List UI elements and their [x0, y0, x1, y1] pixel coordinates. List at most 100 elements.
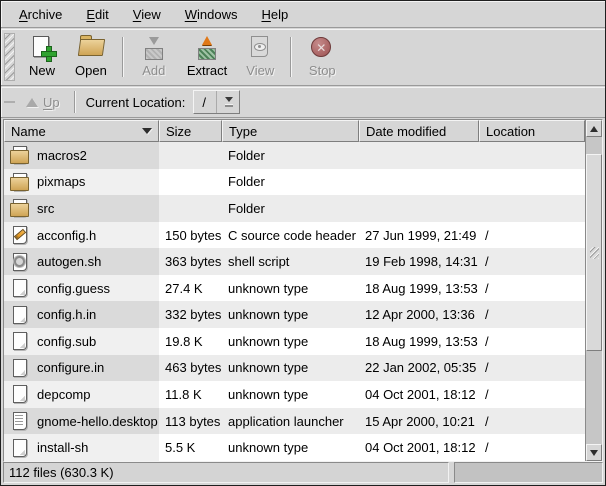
add-button[interactable]: Add	[130, 31, 178, 83]
file-list: Name Size Type Date modified Location ma…	[3, 119, 603, 462]
folder-icon	[10, 198, 30, 218]
table-row[interactable]: pixmaps Folder	[4, 169, 585, 196]
archive-manager-window: Archive Edit View Windows Help New Open …	[0, 0, 606, 486]
file-name: pixmaps	[37, 174, 85, 189]
menu-view[interactable]: View	[121, 4, 173, 25]
file-date-modified: 19 Feb 1998, 14:31	[359, 248, 479, 275]
header-file-icon	[10, 225, 30, 245]
table-row[interactable]: config.sub 19.8 K unknown type 18 Aug 19…	[4, 328, 585, 355]
file-name: acconfig.h	[37, 228, 96, 243]
toolbar-separator	[122, 37, 124, 77]
current-location-combo[interactable]: /	[193, 90, 240, 114]
file-size: 11.8 K	[159, 381, 222, 408]
table-row[interactable]: depcomp 11.8 K unknown type 04 Oct 2001,…	[4, 381, 585, 408]
menu-archive[interactable]: Archive	[7, 4, 74, 25]
file-name: macros2	[37, 148, 87, 163]
progress-bar	[454, 462, 603, 483]
open-button[interactable]: Open	[66, 31, 116, 83]
table-row[interactable]: acconfig.h 150 bytes C source code heade…	[4, 222, 585, 249]
table-row[interactable]: autogen.sh 363 bytes shell script 19 Feb…	[4, 248, 585, 275]
file-date-modified: 18 Aug 1999, 13:53	[359, 328, 479, 355]
column-header-location[interactable]: Location	[479, 120, 585, 142]
column-header-row: Name Size Type Date modified Location	[4, 120, 585, 142]
vertical-scrollbar[interactable]	[585, 120, 602, 461]
up-button[interactable]: Up	[18, 92, 68, 113]
desktop-file-icon	[10, 411, 30, 431]
file-date-modified	[359, 169, 479, 196]
table-row[interactable]: config.guess 27.4 K unknown type 18 Aug …	[4, 275, 585, 302]
file-date-modified	[359, 195, 479, 222]
file-name: config.h.in	[37, 307, 96, 322]
file-name: configure.in	[37, 360, 104, 375]
toolbar-drag-handle[interactable]	[4, 33, 15, 81]
file-name: src	[37, 201, 54, 216]
folder-icon	[10, 145, 30, 165]
file-location	[479, 169, 585, 196]
file-type: shell script	[222, 248, 359, 275]
menu-help[interactable]: Help	[249, 4, 300, 25]
file-date-modified: 15 Apr 2000, 10:21	[359, 408, 479, 435]
menu-bar: Archive Edit View Windows Help	[1, 1, 605, 28]
generic-file-icon	[10, 305, 30, 325]
view-file-icon	[246, 35, 274, 61]
file-type: unknown type	[222, 328, 359, 355]
file-date-modified: 12 Apr 2000, 13:36	[359, 301, 479, 328]
table-row[interactable]: install-sh 5.5 K unknown type 04 Oct 200…	[4, 434, 585, 461]
column-header-date-modified[interactable]: Date modified	[359, 120, 479, 142]
file-date-modified: 27 Jun 1999, 21:49	[359, 222, 479, 249]
file-size: 463 bytes	[159, 355, 222, 382]
location-bar-drag-handle[interactable]	[4, 101, 15, 103]
file-location: /	[479, 275, 585, 302]
scroll-up-button[interactable]	[586, 120, 602, 137]
file-rows: macros2 Folder pixmaps	[4, 142, 585, 461]
file-name: autogen.sh	[37, 254, 101, 269]
menu-windows[interactable]: Windows	[173, 4, 250, 25]
file-date-modified: 04 Oct 2001, 18:12	[359, 381, 479, 408]
file-type: unknown type	[222, 301, 359, 328]
combo-dropdown-icon	[223, 95, 235, 109]
file-location: /	[479, 222, 585, 249]
open-folder-icon	[77, 35, 105, 61]
file-date-modified: 18 Aug 1999, 13:53	[359, 275, 479, 302]
file-name: install-sh	[37, 440, 88, 455]
file-name: config.sub	[37, 334, 96, 349]
toolbar-separator	[290, 37, 292, 77]
file-location: /	[479, 381, 585, 408]
table-row[interactable]: macros2 Folder	[4, 142, 585, 169]
file-type: unknown type	[222, 355, 359, 382]
table-row[interactable]: src Folder	[4, 195, 585, 222]
scroll-down-button[interactable]	[586, 444, 602, 461]
file-location: /	[479, 434, 585, 461]
generic-file-icon	[10, 358, 30, 378]
extract-button[interactable]: Extract	[178, 31, 236, 83]
file-date-modified	[359, 142, 479, 169]
file-type: C source code header	[222, 222, 359, 249]
file-type: application launcher	[222, 408, 359, 435]
file-type: unknown type	[222, 381, 359, 408]
file-location: /	[479, 328, 585, 355]
folder-icon	[10, 172, 30, 192]
stop-button[interactable]: ✕ Stop	[298, 31, 346, 83]
file-location: /	[479, 301, 585, 328]
main-toolbar: New Open Add Extract View ✕ Stop	[1, 29, 605, 86]
file-size: 332 bytes	[159, 301, 222, 328]
file-name: depcomp	[37, 387, 90, 402]
table-row[interactable]: configure.in 463 bytes unknown type 22 J…	[4, 355, 585, 382]
scrollbar-thumb[interactable]	[586, 154, 602, 351]
file-size: 27.4 K	[159, 275, 222, 302]
menu-edit[interactable]: Edit	[74, 4, 120, 25]
table-row[interactable]: config.h.in 332 bytes unknown type 12 Ap…	[4, 301, 585, 328]
column-header-size[interactable]: Size	[159, 120, 222, 142]
view-button[interactable]: View	[236, 31, 284, 83]
column-header-type[interactable]: Type	[222, 120, 359, 142]
file-name: config.guess	[37, 281, 110, 296]
generic-file-icon	[10, 278, 30, 298]
file-location	[479, 195, 585, 222]
table-row[interactable]: gnome-hello.desktop 113 bytes applicatio…	[4, 408, 585, 435]
column-header-name[interactable]: Name	[4, 120, 159, 142]
sort-descending-icon	[142, 128, 152, 134]
current-location-value: /	[202, 95, 210, 110]
stop-icon: ✕	[308, 35, 336, 61]
new-button[interactable]: New	[18, 31, 66, 83]
generic-file-icon	[10, 331, 30, 351]
